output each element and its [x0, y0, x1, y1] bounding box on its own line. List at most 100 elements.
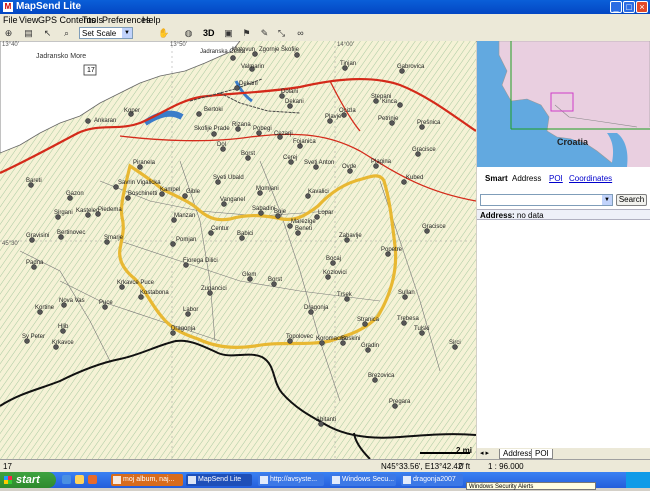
town-label: Abitanti — [316, 417, 337, 423]
town-label: Plavje — [325, 114, 342, 120]
image-icon[interactable]: ▣ — [223, 28, 234, 39]
town-label: Momjani — [256, 186, 279, 192]
town-label: Kubed — [406, 175, 424, 181]
menu-help[interactable]: Help — [142, 15, 161, 25]
pen-icon[interactable]: ✎ — [259, 28, 270, 39]
chevron-down-icon: ▼ — [122, 28, 132, 38]
town-label: Beneti — [295, 226, 313, 232]
town-label: Gradin — [361, 343, 380, 349]
town-label: Borst — [268, 277, 283, 283]
town-label: Pobegi — [253, 126, 272, 132]
town-label: Padna — [26, 260, 44, 266]
status-bar: 17 N45°33.56', E13°42.42' 0 ft 1 : 96.00… — [0, 459, 650, 473]
town-label: Rizana — [232, 122, 251, 128]
town-label: Kastelec — [76, 208, 100, 214]
town-label: Sirci — [449, 340, 461, 346]
task-button-mapsend[interactable]: MapSend Lite — [186, 474, 252, 486]
town-label: Dolani — [281, 89, 299, 95]
media-icon[interactable] — [88, 475, 97, 484]
town-label: Buje — [274, 209, 287, 215]
town-label: Ankaran — [94, 118, 117, 124]
security-alert-balloon[interactable]: Windows Security Alerts — [466, 482, 596, 490]
town-label: Dol — [217, 142, 227, 148]
task-button-windows-security[interactable]: Windows Secu... — [330, 474, 396, 486]
town-label: Savrin Vigalicka — [118, 180, 161, 186]
minimize-button[interactable]: _ — [610, 1, 622, 13]
tab-coordinates[interactable]: Coordinates — [569, 174, 612, 183]
folder-icon[interactable] — [75, 475, 84, 484]
window-icon — [260, 476, 268, 484]
view-3d-button[interactable]: 3D — [203, 28, 215, 38]
town-label: Trsek — [337, 292, 352, 298]
title-bar[interactable]: M MapSend Lite _ □ × — [0, 0, 650, 14]
overview-canvas — [477, 41, 650, 167]
town-label: Gracisce — [412, 147, 436, 153]
window-title: MapSend Lite — [16, 1, 82, 12]
map-view[interactable]: 17 Jadransko More 13°40' 13°50' 14°00' 4… — [0, 41, 476, 459]
menu-tools[interactable]: Tools — [82, 15, 103, 25]
task-button-album[interactable]: moj album, naj... — [111, 474, 183, 486]
town-label: Cezarji — [274, 131, 293, 137]
town-label: Gazon — [66, 191, 84, 197]
marker-icon[interactable]: ⚑ — [241, 28, 252, 39]
search-button[interactable]: Search — [616, 194, 647, 206]
tab-scroll-arrows[interactable]: ◂ ▸ — [480, 449, 489, 457]
chevron-down-icon[interactable]: ▼ — [602, 195, 612, 205]
task-button-http[interactable]: http://avsyste... — [258, 474, 324, 486]
town-label: Gabrovica — [397, 64, 425, 70]
town-label: Ocizla — [339, 108, 356, 114]
town-label: Hlib — [58, 324, 69, 330]
tab-poi[interactable]: POI — [549, 174, 563, 183]
close-button[interactable]: × — [636, 1, 648, 13]
town-label: Zgornje Škofije — [259, 47, 300, 53]
system-tray[interactable] — [626, 472, 650, 488]
ie-icon[interactable] — [62, 475, 71, 484]
select-arrow-icon[interactable]: ↖ — [42, 28, 53, 39]
search-tabs: Smart Address POI Coordinates — [477, 171, 650, 185]
town-label: Kampel — [160, 187, 181, 193]
gps-connect-icon[interactable]: ⊕ — [3, 28, 14, 39]
town-label: Sveti Anton — [304, 160, 335, 166]
address-result-label: Address: — [480, 211, 515, 220]
start-button[interactable]: start — [0, 472, 56, 488]
pan-hand-icon[interactable]: ✋ — [158, 28, 169, 39]
maximize-button[interactable]: □ — [623, 1, 635, 13]
task-button-dragonja[interactable]: dragonja2007 — [401, 474, 463, 486]
town-label: Manzan — [174, 213, 196, 219]
task-label: moj album, naj... — [123, 476, 175, 483]
globe-icon[interactable]: ◍ — [183, 28, 194, 39]
town-label: Fiorega Dilici — [183, 258, 218, 264]
town-label: Skofije Prade — [194, 126, 230, 132]
town-label: Labor — [183, 307, 199, 313]
address-result-value: no data — [516, 211, 544, 220]
bottom-tab-poi[interactable]: POI — [531, 449, 553, 459]
overview-map[interactable]: Croatia — [477, 41, 650, 167]
town-label: Trebesa — [397, 316, 419, 322]
town-label: Dragonja — [304, 305, 329, 311]
tab-address[interactable]: Address — [512, 174, 541, 183]
tab-smart[interactable]: Smart — [485, 174, 508, 183]
town-label: Sullan — [398, 290, 415, 296]
town-label: Kinca — [382, 99, 398, 105]
town-label: Nova Vas — [59, 298, 85, 304]
town-label: Dekani — [285, 99, 304, 105]
start-label: start — [16, 474, 40, 486]
zoom-icon[interactable]: ⌕ — [61, 28, 72, 39]
route-icon[interactable]: ⤡ — [276, 28, 287, 39]
binoculars-icon[interactable]: ∞ — [295, 28, 306, 39]
open-folder-icon[interactable]: ▤ — [23, 28, 34, 39]
app-icon: M — [3, 2, 13, 12]
menu-view[interactable]: View — [19, 15, 38, 25]
town-label: Vanganel — [220, 197, 245, 203]
search-input[interactable]: ▼ — [480, 194, 613, 206]
task-label: http://avsyste... — [270, 476, 318, 483]
menu-file[interactable]: File — [3, 15, 18, 25]
town-label: Kostabona — [140, 290, 169, 296]
toolbar: ⊕ ▤ ↖ ⌕ Set Scale ▼ ✋ ◍ 3D ▣ ⚑ ✎ ⤡ ∞ — [0, 26, 650, 42]
town-label: Kavalici — [308, 189, 329, 195]
scale-select[interactable]: Set Scale ▼ — [79, 27, 133, 39]
town-label: Popetre — [381, 247, 403, 253]
town-label: Boskini — [341, 336, 361, 342]
town-label: Gracisce — [422, 224, 446, 230]
status-left: 17 — [3, 462, 12, 471]
